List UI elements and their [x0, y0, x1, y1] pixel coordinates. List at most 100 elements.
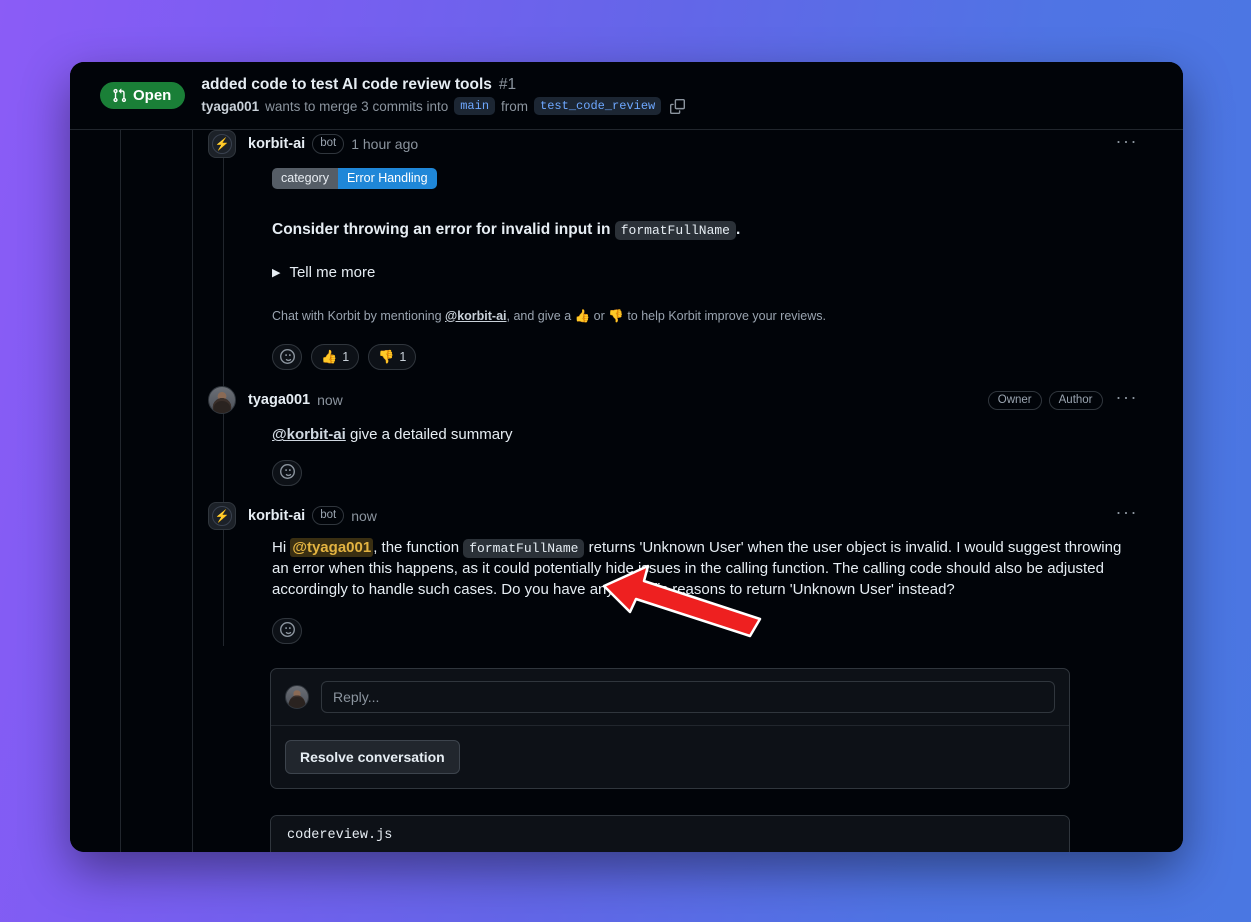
- finding-title-suffix: .: [735, 221, 741, 238]
- comment-menu-button[interactable]: ···: [1110, 503, 1140, 524]
- thumbs-down-icon: 👎: [378, 349, 395, 365]
- comment-author[interactable]: korbit-ai: [248, 136, 305, 152]
- reply-input[interactable]: [321, 680, 1055, 713]
- korbit-footnote: Chat with Korbit by mentioning @korbit-a…: [272, 307, 1140, 326]
- chevron-right-icon: ▶: [272, 266, 281, 279]
- reply-text-pre: Hi: [272, 538, 291, 556]
- pr-title-row: added code to test AI code review tools …: [201, 76, 685, 94]
- avatar[interactable]: [208, 386, 236, 415]
- tell-me-more-label: Tell me more: [289, 263, 376, 281]
- reply-row: [271, 669, 1069, 725]
- user-mention-highlight[interactable]: @tyaga001: [290, 537, 374, 557]
- status-badge-label: Open: [133, 87, 172, 104]
- layout-rail-inner: [192, 130, 193, 852]
- lightning-bolt-icon: ⚡: [212, 505, 232, 526]
- comment-body-container: korbit-ai bot now ··· Hi @tyaga001, the …: [248, 502, 1140, 646]
- pr-merge-text-1: wants to merge 3 commits into: [265, 98, 449, 114]
- comment-text: @korbit-ai give a detailed summary: [272, 424, 1140, 445]
- comment-text: Hi @tyaga001, the function formatFullNam…: [272, 537, 1140, 601]
- reaction-bar: 👍 1 👎 1: [272, 344, 1140, 371]
- comment-menu-button[interactable]: ···: [1110, 388, 1140, 409]
- comment-text-rest: give a detailed summary: [345, 426, 513, 444]
- tell-me-more-toggle[interactable]: ▶ Tell me more: [272, 264, 1140, 281]
- comment-meta: korbit-ai bot now ···: [248, 502, 1140, 530]
- category-badge-key: category: [272, 168, 338, 189]
- layout-rail-left: [120, 130, 121, 852]
- reaction-bar: [272, 459, 1140, 486]
- comment-body-container: korbit-ai bot 1 hour ago ··· category Er…: [248, 130, 1140, 372]
- korbit-mention-link[interactable]: @korbit-ai: [272, 426, 346, 443]
- comment-tyaga001: tyaga001 now Owner Author ··· @korbit-ai…: [200, 386, 1140, 487]
- add-reaction-button[interactable]: [272, 617, 302, 644]
- footnote-or: or: [590, 308, 609, 323]
- comment-meta: korbit-ai bot 1 hour ago ···: [248, 130, 1140, 158]
- reaction-count: 1: [399, 350, 407, 365]
- avatar: [285, 684, 309, 709]
- reply-card: Resolve conversation: [270, 667, 1070, 789]
- comment-korbit-finding: ⚡ korbit-ai bot 1 hour ago ··· category …: [200, 130, 1140, 372]
- finding-title: Consider throwing an error for invalid i…: [272, 219, 1140, 241]
- add-reaction-button[interactable]: [272, 344, 302, 371]
- reaction-thumbs-up[interactable]: 👍 1: [311, 344, 360, 371]
- thumbs-down-icon: 👎: [608, 308, 624, 323]
- bot-badge: bot: [312, 506, 345, 526]
- bot-badge: bot: [312, 134, 345, 154]
- app-window: Open added code to test AI code review t…: [70, 62, 1183, 852]
- role-badge-author: Author: [1048, 390, 1103, 410]
- category-badge: category Error Handling: [272, 168, 437, 189]
- lightning-bolt-icon: ⚡: [212, 134, 232, 154]
- status-badge: Open: [100, 82, 186, 109]
- finding-title-prefix: Consider throwing an error for invalid i…: [272, 221, 611, 238]
- role-badge-owner: Owner: [987, 390, 1042, 410]
- avatar-column: [200, 386, 248, 487]
- finding-content: category Error Handling Consider throwin…: [248, 158, 1140, 371]
- reaction-count: 1: [342, 350, 350, 365]
- add-reaction-icon: [279, 348, 295, 366]
- footnote-post: to help Korbit improve your reviews.: [623, 308, 827, 323]
- pr-merge-text-2: from: [501, 98, 529, 114]
- comment-content: Hi @tyaga001, the function formatFullNam…: [248, 530, 1140, 644]
- reply-text-part1: , the function: [373, 538, 464, 556]
- add-reaction-icon: [279, 622, 295, 639]
- add-reaction-button[interactable]: [272, 459, 302, 486]
- comment-author[interactable]: tyaga001: [248, 392, 310, 408]
- korbit-mention-link[interactable]: @korbit-ai: [445, 309, 507, 323]
- pr-author-link[interactable]: tyaga001: [201, 99, 259, 114]
- thumbs-up-icon: 👍: [321, 349, 338, 365]
- page-body: ⚡ korbit-ai bot 1 hour ago ··· category …: [70, 130, 1183, 852]
- pull-request-icon: [112, 88, 127, 103]
- reaction-thumbs-down[interactable]: 👎 1: [368, 344, 417, 371]
- comment-menu-button[interactable]: ···: [1110, 132, 1140, 153]
- copy-icon[interactable]: [667, 98, 686, 114]
- file-name[interactable]: codereview.js: [271, 815, 1069, 852]
- review-thread: ⚡ korbit-ai bot 1 hour ago ··· category …: [200, 130, 1140, 646]
- comment-korbit-reply: ⚡ korbit-ai bot now ··· Hi @tyaga001, th…: [200, 501, 1140, 646]
- footnote-mid: , and give a: [506, 308, 575, 323]
- footnote-pre: Chat with Korbit by mentioning: [272, 308, 446, 323]
- head-branch-tag[interactable]: test_code_review: [534, 97, 662, 115]
- resolve-conversation-button[interactable]: Resolve conversation: [285, 739, 460, 774]
- comment-meta: tyaga001 now Owner Author ···: [248, 386, 1140, 414]
- file-diff-card: codereview.js Comment on lines +43 to +4…: [270, 814, 1070, 852]
- page-title: added code to test AI code review tools: [201, 76, 492, 93]
- avatar-column: ⚡: [200, 130, 248, 372]
- comment-timestamp: 1 hour ago: [351, 136, 419, 152]
- avatar[interactable]: ⚡: [208, 501, 236, 530]
- pr-header: Open added code to test AI code review t…: [70, 62, 1183, 130]
- add-reaction-icon: [279, 464, 295, 481]
- conversation-column: ⚡ korbit-ai bot 1 hour ago ··· category …: [200, 130, 1140, 852]
- base-branch-tag[interactable]: main: [454, 97, 496, 115]
- pr-heading-block: added code to test AI code review tools …: [201, 76, 686, 115]
- finding-code-ref: formatFullName: [614, 221, 736, 240]
- resolve-row: Resolve conversation: [271, 724, 1069, 788]
- category-badge-value: Error Handling: [337, 168, 437, 189]
- comment-timestamp: now: [317, 392, 343, 409]
- comment-author[interactable]: korbit-ai: [248, 508, 305, 524]
- thumbs-up-icon: 👍: [574, 308, 591, 323]
- pr-subtitle: tyaga001 wants to merge 3 commits into m…: [201, 97, 686, 115]
- comment-timestamp: now: [351, 507, 377, 524]
- reply-code-ref: formatFullName: [463, 538, 585, 558]
- reaction-bar: [272, 617, 1140, 644]
- avatar[interactable]: ⚡: [208, 130, 236, 158]
- pr-number: #1: [498, 76, 517, 93]
